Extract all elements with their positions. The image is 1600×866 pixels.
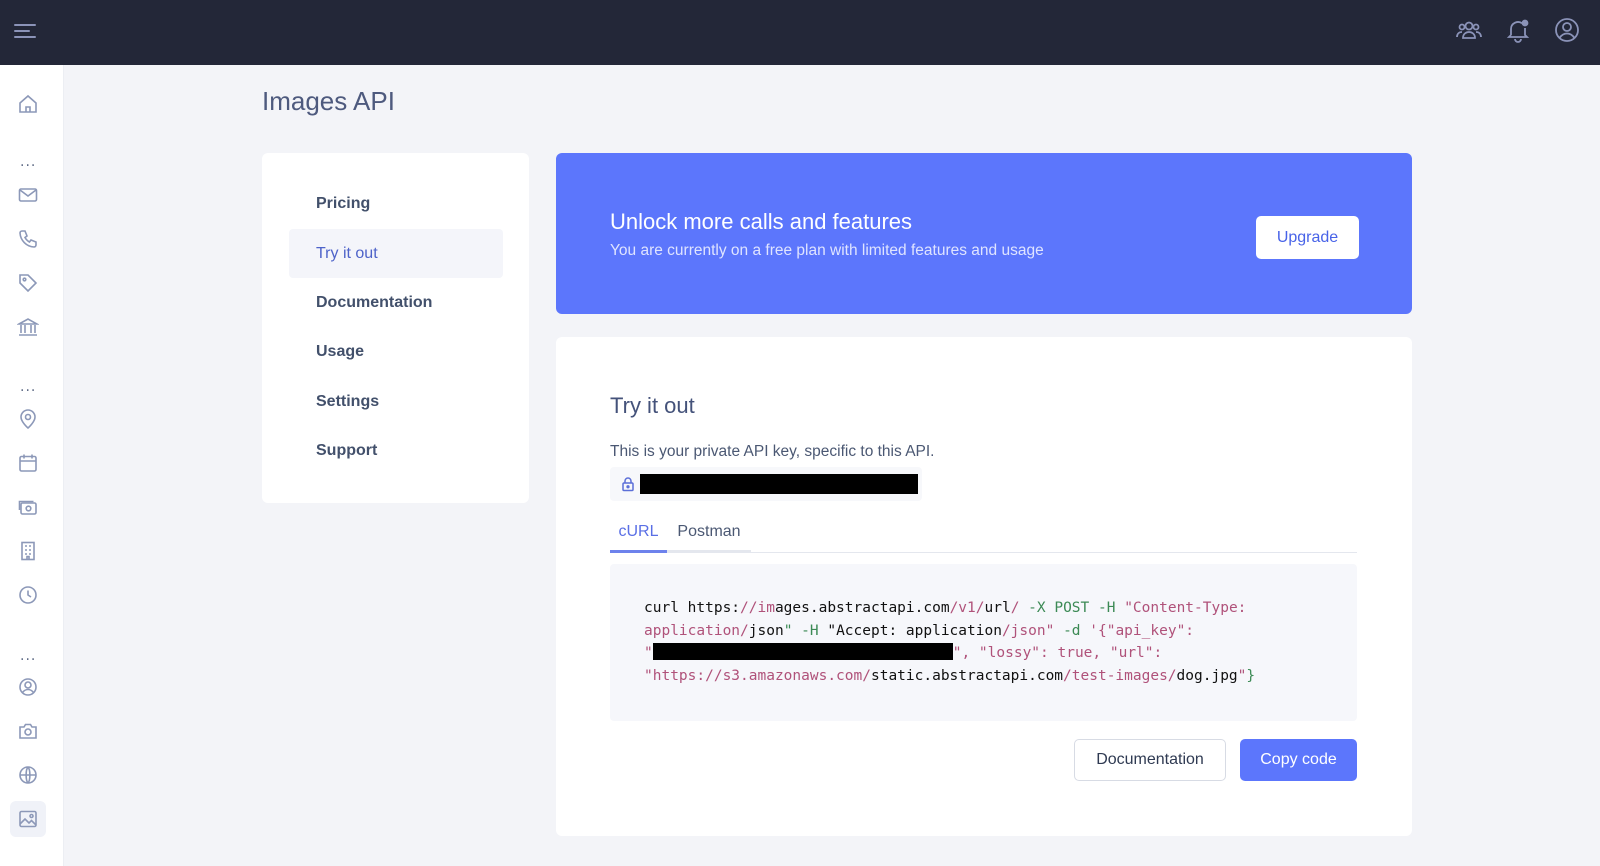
documentation-button[interactable]: Documentation xyxy=(1074,739,1226,781)
upgrade-banner: Unlock more calls and features You are c… xyxy=(556,153,1412,314)
lock-icon xyxy=(620,476,636,492)
image-icon[interactable] xyxy=(10,801,46,837)
code-text: ", "lossy": true, "url": xyxy=(952,645,1163,661)
notification-bell-icon[interactable] xyxy=(1502,14,1534,46)
code-text: dog.jpg xyxy=(1176,667,1238,684)
nav-group-separator: ... xyxy=(20,379,37,395)
code-text: json xyxy=(748,622,784,639)
code-text: "https://s3.amazonaws.com/ xyxy=(644,667,871,684)
calendar-icon[interactable] xyxy=(10,445,46,481)
menu-item-settings[interactable]: Settings xyxy=(289,377,503,426)
redacted-api-key xyxy=(652,643,953,660)
code-text: /v1/ xyxy=(949,600,985,616)
section-title: Try it out xyxy=(610,393,695,418)
nav-group-separator: ... xyxy=(20,154,37,170)
side-navigation: ... ... ... xyxy=(0,65,64,866)
api-key-field[interactable] xyxy=(610,467,922,501)
copy-code-button[interactable]: Copy code xyxy=(1240,739,1357,781)
code-snippet: curl https://images.abstractapi.com/v1/u… xyxy=(610,564,1357,721)
bank-icon[interactable] xyxy=(10,309,46,345)
code-text: /json" xyxy=(1001,622,1055,639)
code-text: //im xyxy=(740,600,775,616)
home-icon[interactable] xyxy=(10,86,46,122)
try-it-out-card: Try it out This is your private API key,… xyxy=(556,337,1412,836)
hamburger-menu-icon[interactable] xyxy=(12,18,38,44)
code-text: url xyxy=(984,600,1011,616)
team-icon[interactable] xyxy=(1453,14,1485,46)
globe-icon[interactable] xyxy=(10,757,46,793)
currency-icon[interactable] xyxy=(10,489,46,525)
code-text: application/ xyxy=(644,622,749,639)
code-text: " xyxy=(644,645,653,661)
upgrade-button[interactable]: Upgrade xyxy=(1256,216,1359,259)
tab-postman[interactable]: Postman xyxy=(667,515,751,553)
redacted-api-key xyxy=(640,474,918,494)
menu-item-pricing[interactable]: Pricing xyxy=(289,179,503,228)
code-text: } xyxy=(1246,667,1256,684)
code-text: '{"api_key": xyxy=(1089,622,1195,639)
phone-icon[interactable] xyxy=(10,221,46,257)
api-key-description: This is your private API key, specific t… xyxy=(610,443,935,460)
code-tabs: cURL Postman xyxy=(610,515,1357,553)
mail-icon[interactable] xyxy=(10,177,46,213)
code-text: static.abstractapi.com xyxy=(870,667,1064,684)
page-title: Images API xyxy=(262,86,395,116)
camera-icon[interactable] xyxy=(10,713,46,749)
code-text: "Accept: application xyxy=(827,622,1002,639)
code-text: ages.abstractapi.com xyxy=(774,600,950,616)
code-text: /test-images/ xyxy=(1063,667,1177,684)
code-text: "Content-Type: xyxy=(1124,600,1247,616)
top-bar xyxy=(0,0,1600,65)
tag-icon[interactable] xyxy=(10,265,46,301)
api-section-menu: Pricing Try it out Documentation Usage S… xyxy=(262,153,529,503)
nav-group-separator: ... xyxy=(20,648,37,664)
menu-item-try-it-out[interactable]: Try it out xyxy=(289,229,503,278)
menu-item-documentation[interactable]: Documentation xyxy=(289,278,503,327)
banner-title: Unlock more calls and features xyxy=(610,209,913,234)
menu-item-usage[interactable]: Usage xyxy=(289,327,503,376)
clock-icon[interactable] xyxy=(10,577,46,613)
building-icon[interactable] xyxy=(10,533,46,569)
menu-item-support[interactable]: Support xyxy=(289,426,503,475)
tab-curl[interactable]: cURL xyxy=(610,515,667,553)
banner-subtitle: You are currently on a free plan with li… xyxy=(610,242,1044,259)
code-text: -d xyxy=(1054,622,1090,639)
code-text: curl https: xyxy=(644,600,741,616)
user-circle-icon[interactable] xyxy=(10,669,46,705)
code-text: -X POST -H xyxy=(1019,600,1125,616)
account-circle-icon[interactable] xyxy=(1551,14,1583,46)
location-pin-icon[interactable] xyxy=(10,401,46,437)
code-text: " -H xyxy=(783,622,828,639)
